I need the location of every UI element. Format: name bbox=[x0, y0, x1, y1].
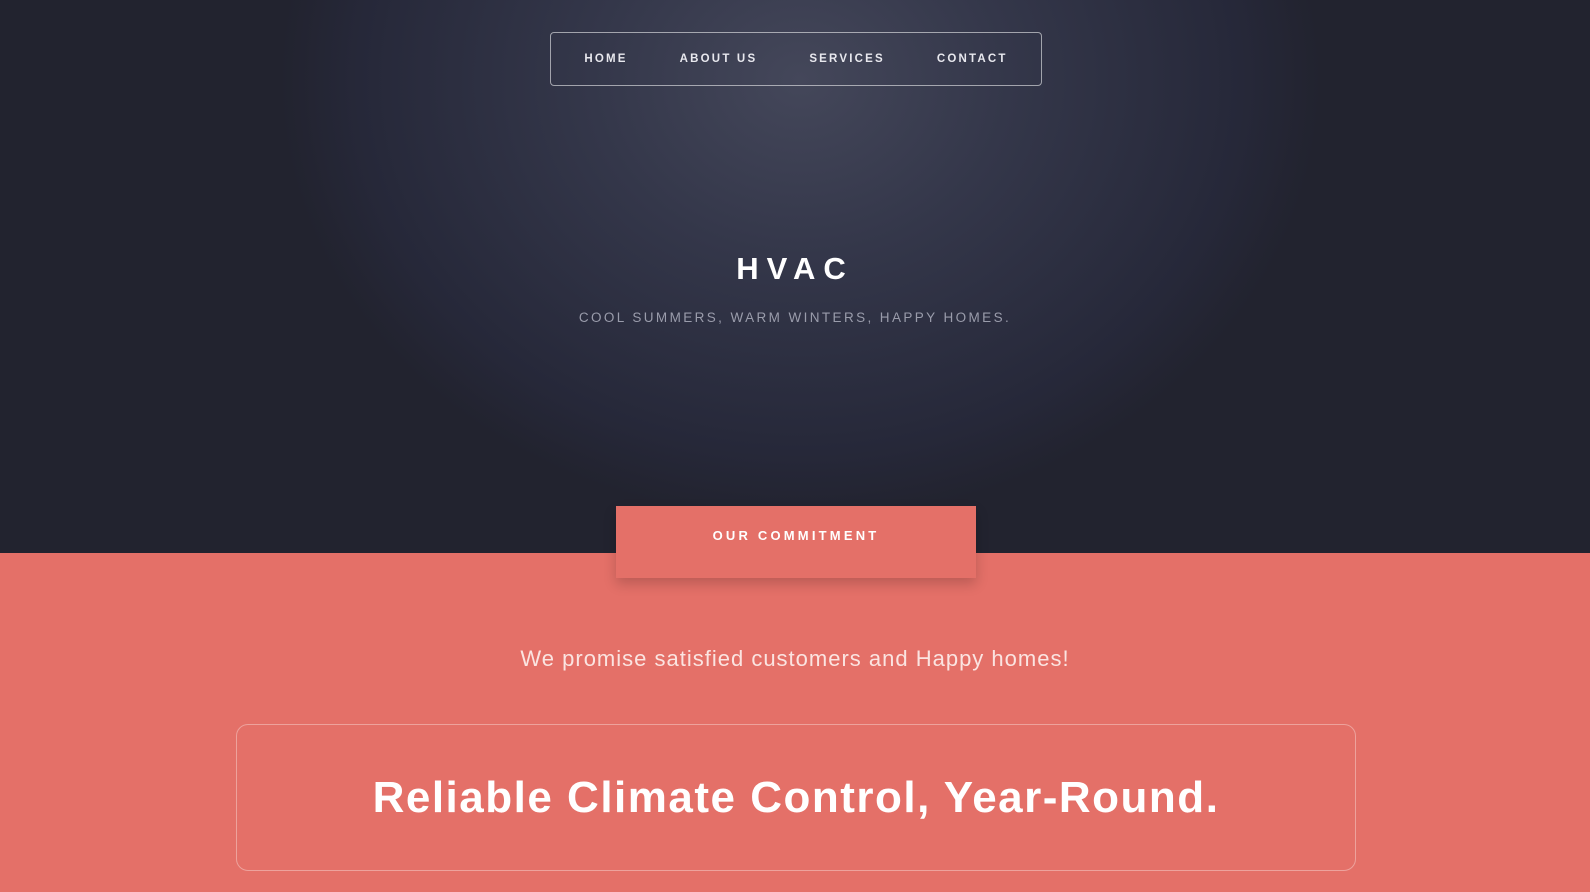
promise-text: We promise satisfied customers and Happy… bbox=[520, 646, 1070, 671]
nav-home-link[interactable]: HOME bbox=[584, 53, 627, 65]
nav-about-link[interactable]: ABOUT US bbox=[680, 53, 758, 65]
nav-contact-link[interactable]: CONTACT bbox=[937, 53, 1008, 65]
hero-section: HOME ABOUT US SERVICES CONTACT HVAC COOL… bbox=[0, 0, 1590, 553]
main-nav: HOME ABOUT US SERVICES CONTACT bbox=[550, 32, 1042, 86]
commitment-tab-label: OUR COMMITMENT bbox=[712, 528, 880, 543]
nav-services-link[interactable]: SERVICES bbox=[809, 53, 885, 65]
tagline: COOL SUMMERS, WARM WINTERS, HAPPY HOMES. bbox=[578, 310, 1012, 325]
site-title: HVAC bbox=[736, 251, 854, 286]
headline-box: Reliable Climate Control, Year-Round. bbox=[236, 724, 1356, 871]
commitment-tab: OUR COMMITMENT bbox=[616, 506, 976, 578]
headline: Reliable Climate Control, Year-Round. bbox=[372, 772, 1220, 822]
